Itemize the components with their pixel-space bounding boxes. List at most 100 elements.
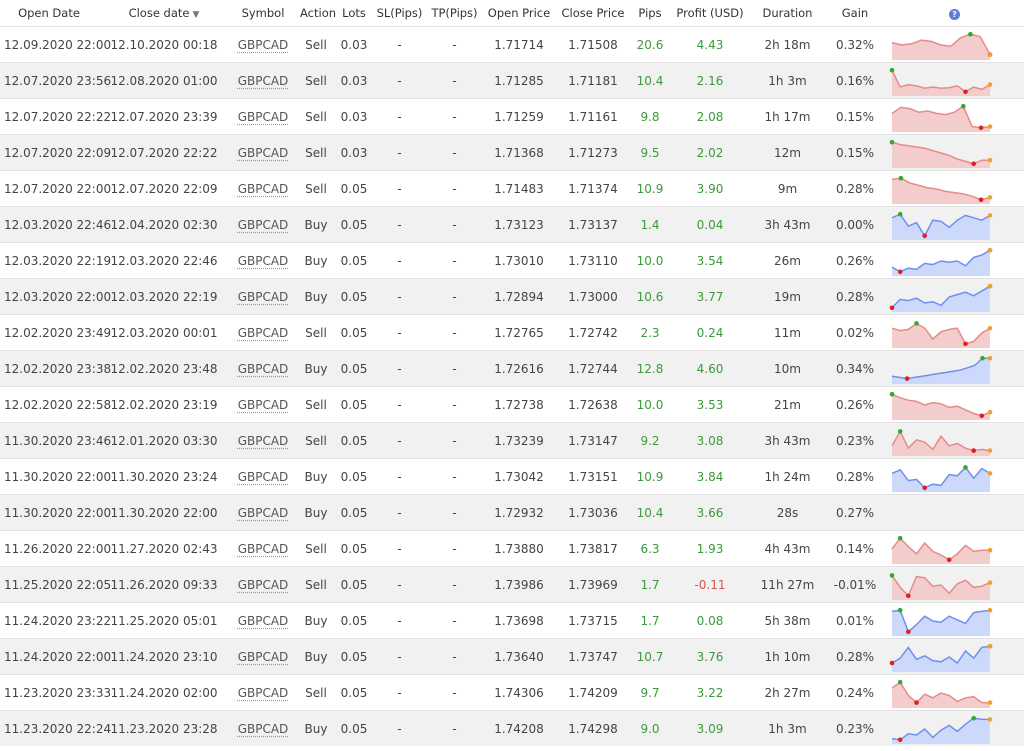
table-row: 12.03.2020 22:00 12.03.2020 22:19 GBPCAD Bu… <box>0 278 1024 315</box>
lots-cell: 0.05 <box>340 505 368 520</box>
gain-cell: 0.15% <box>825 134 885 171</box>
tp-cell: - <box>427 422 482 459</box>
duration-cell: 1h 3m <box>768 73 807 88</box>
header-open-price[interactable]: Open Price <box>482 0 556 27</box>
close-date-cell: 11.30.2020 22:00 <box>98 494 230 531</box>
sparkline-cell <box>885 278 1024 315</box>
sl-cell: - <box>372 530 427 567</box>
open-date-cell: 12.07.2020 22:00 <box>0 170 111 207</box>
lots-cell: 0.03 <box>340 37 368 52</box>
tp-cell: - <box>452 181 457 196</box>
pips-cell: 10.7 <box>630 638 670 675</box>
lots-cell: 0.05 <box>336 314 372 351</box>
sparkline-cell <box>885 134 1024 171</box>
action-cell: Sell <box>305 145 327 160</box>
sparkline-cell <box>885 422 1024 459</box>
symbol-link[interactable]: GBPCAD <box>238 254 289 268</box>
symbol-link[interactable]: GBPCAD <box>238 434 289 448</box>
table-row: 12.07.2020 23:56 12.08.2020 01:00 GBPCAD Se… <box>0 62 1024 99</box>
close-price-cell: 1.73151 <box>568 469 618 484</box>
tp-cell: - <box>427 530 482 567</box>
open-price-cell: 1.73042 <box>494 469 544 484</box>
header-sl[interactable]: SL(Pips) <box>372 0 427 27</box>
symbol-link[interactable]: GBPCAD <box>238 290 289 304</box>
action-cell: Buy <box>304 253 328 268</box>
sparkline-cell <box>885 566 1024 603</box>
symbol-link[interactable]: GBPCAD <box>238 650 289 664</box>
table-row: 12.02.2020 23:38 12.02.2020 23:48 GBPCAD Bu… <box>0 350 1024 387</box>
header-gain[interactable]: Gain <box>825 0 885 27</box>
sort-desc-icon: ▼ <box>192 10 200 20</box>
open-date-cell: 11.23.2020 22:24 <box>0 710 111 746</box>
symbol-link[interactable]: GBPCAD <box>238 542 289 556</box>
trade-sparkline <box>891 211 993 240</box>
action-cell: Sell <box>305 325 327 340</box>
trade-sparkline <box>891 355 993 384</box>
sl-cell: - <box>397 469 402 484</box>
symbol-link[interactable]: GBPCAD <box>238 614 289 628</box>
sparkline-area <box>892 285 990 312</box>
open-date-cell: 12.02.2020 23:49 <box>0 314 111 351</box>
duration-cell: 21m <box>774 397 801 412</box>
gain-cell: 0.34% <box>825 350 885 387</box>
profit-cell: 2.08 <box>696 109 724 124</box>
close-price-cell: 1.74209 <box>568 685 618 700</box>
lots-cell: 0.05 <box>340 397 368 412</box>
symbol-link[interactable]: GBPCAD <box>238 722 289 736</box>
action-cell: Sell <box>305 37 327 52</box>
profit-cell: 3.22 <box>696 685 724 700</box>
profit-cell: 3.54 <box>696 253 724 268</box>
help-icon[interactable]: ? <box>949 9 960 20</box>
header-tp[interactable]: TP(Pips) <box>427 0 482 27</box>
header-open-date[interactable]: Open Date <box>0 0 98 27</box>
header-profit[interactable]: Profit (USD) <box>670 0 750 27</box>
lots-cell: 0.05 <box>336 386 372 423</box>
header-symbol[interactable]: Symbol <box>230 0 296 27</box>
gain-cell: 0.23% <box>825 710 885 746</box>
close-price-cell: 1.72742 <box>568 325 618 340</box>
duration-cell: 12m <box>750 134 825 171</box>
symbol-link[interactable]: GBPCAD <box>238 398 289 412</box>
tp-cell: - <box>427 206 482 243</box>
symbol-link[interactable]: GBPCAD <box>238 506 289 520</box>
sparkline-low-marker <box>963 89 968 94</box>
header-action[interactable]: Action <box>296 0 336 27</box>
symbol-link[interactable]: GBPCAD <box>238 218 289 232</box>
symbol-cell: GBPCAD <box>230 242 296 279</box>
duration-cell: 11m <box>750 314 825 351</box>
open-price-cell: 1.71259 <box>482 98 556 135</box>
tp-cell: - <box>427 170 482 207</box>
close-date-cell: 12.07.2020 23:39 <box>110 109 218 124</box>
header-close-price[interactable]: Close Price <box>556 0 630 27</box>
symbol-link[interactable]: GBPCAD <box>238 578 289 592</box>
profit-cell: 2.08 <box>670 98 750 135</box>
tp-cell: - <box>427 242 482 279</box>
symbol-link[interactable]: GBPCAD <box>238 74 289 88</box>
symbol-link[interactable]: GBPCAD <box>238 182 289 196</box>
tp-cell: - <box>452 145 457 160</box>
symbol-link[interactable]: GBPCAD <box>238 470 289 484</box>
header-close-date[interactable]: Close date ▼ <box>98 0 230 27</box>
symbol-link[interactable]: GBPCAD <box>238 38 289 52</box>
action-cell: Sell <box>305 181 327 196</box>
trade-sparkline <box>889 643 993 672</box>
symbol-link[interactable]: GBPCAD <box>238 146 289 160</box>
close-price-cell: 1.71273 <box>568 145 618 160</box>
symbol-link[interactable]: GBPCAD <box>238 326 289 340</box>
tp-cell: - <box>452 253 457 268</box>
tp-cell: - <box>452 325 457 340</box>
symbol-link[interactable]: GBPCAD <box>238 362 289 376</box>
gain-cell: 0.28% <box>835 649 875 664</box>
header-duration[interactable]: Duration <box>750 0 825 27</box>
header-lots[interactable]: Lots <box>336 0 372 27</box>
lots-cell: 0.05 <box>340 289 368 304</box>
open-price-cell: 1.74306 <box>494 685 544 700</box>
close-price-cell: 1.71508 <box>556 26 630 63</box>
profit-cell: -0.11 <box>670 566 750 603</box>
symbol-link[interactable]: GBPCAD <box>238 110 289 124</box>
profit-cell: -0.11 <box>694 577 726 592</box>
header-pips[interactable]: Pips <box>630 0 670 27</box>
action-cell: Buy <box>304 613 328 628</box>
sparkline-high-marker <box>968 31 973 36</box>
symbol-link[interactable]: GBPCAD <box>238 686 289 700</box>
